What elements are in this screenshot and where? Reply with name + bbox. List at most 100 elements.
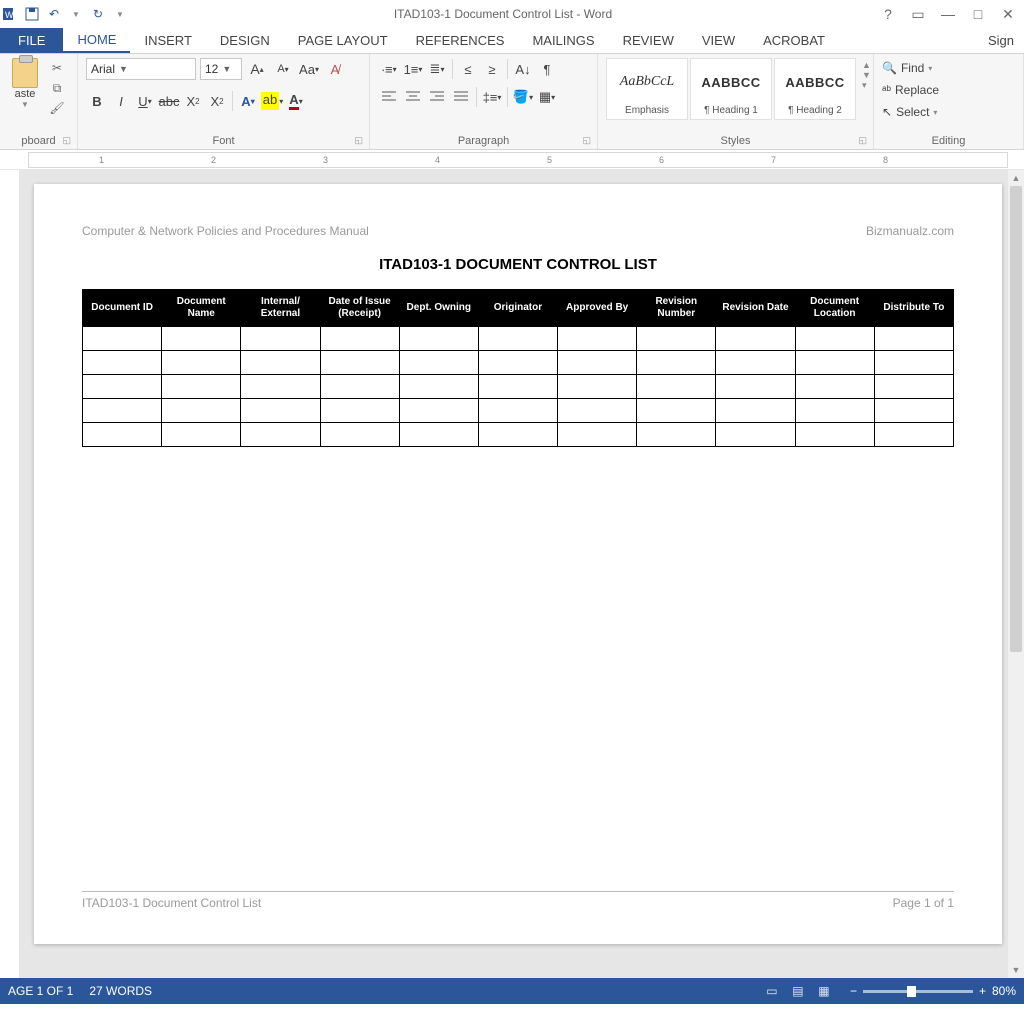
styles-scroll[interactable]: ▲▼▾: [862, 58, 871, 93]
table-cell[interactable]: [795, 327, 874, 351]
vertical-ruler[interactable]: [0, 170, 20, 978]
table-cell[interactable]: [716, 327, 795, 351]
select-button[interactable]: ↖Select▾: [882, 102, 939, 122]
table-cell[interactable]: [320, 423, 399, 447]
status-page[interactable]: AGE 1 OF 1: [8, 984, 73, 998]
bold-button[interactable]: B: [86, 90, 108, 112]
table-cell[interactable]: [795, 399, 874, 423]
table-row[interactable]: [83, 351, 954, 375]
table-cell[interactable]: [558, 327, 637, 351]
table-cell[interactable]: [399, 351, 478, 375]
tab-view[interactable]: VIEW: [688, 28, 749, 53]
bullets-icon[interactable]: ∙≡▾: [378, 58, 400, 80]
zoom-slider[interactable]: [863, 990, 973, 993]
table-cell[interactable]: [637, 351, 716, 375]
font-name-combo[interactable]: Arial▼: [86, 58, 196, 80]
table-cell[interactable]: [241, 423, 320, 447]
table-cell[interactable]: [241, 327, 320, 351]
numbering-icon[interactable]: 1≡▾: [402, 58, 424, 80]
table-cell[interactable]: [241, 351, 320, 375]
replace-button[interactable]: ᵃᵇReplace: [882, 80, 939, 100]
scroll-down-icon[interactable]: ▼: [1008, 962, 1024, 978]
table-cell[interactable]: [478, 351, 557, 375]
style-emphasis[interactable]: AaBbCcL Emphasis: [606, 58, 688, 120]
table-cell[interactable]: [716, 351, 795, 375]
table-cell[interactable]: [162, 327, 241, 351]
table-cell[interactable]: [478, 423, 557, 447]
table-cell[interactable]: [558, 375, 637, 399]
table-cell[interactable]: [637, 327, 716, 351]
tab-file[interactable]: FILE: [0, 28, 63, 53]
scroll-up-icon[interactable]: ▲: [1008, 170, 1024, 186]
strikethrough-button[interactable]: abc: [158, 90, 180, 112]
sign-in-link[interactable]: Sign: [978, 28, 1024, 53]
paragraph-dialog-launcher-icon[interactable]: ◱: [582, 135, 591, 146]
tab-references[interactable]: REFERENCES: [402, 28, 519, 53]
align-left-icon[interactable]: [378, 86, 400, 108]
table-cell[interactable]: [716, 375, 795, 399]
table-cell[interactable]: [399, 423, 478, 447]
table-row[interactable]: [83, 399, 954, 423]
ribbon-display-icon[interactable]: ▭: [908, 6, 928, 23]
table-cell[interactable]: [478, 375, 557, 399]
redo-icon[interactable]: ↻: [90, 6, 106, 22]
superscript-button[interactable]: X2: [206, 90, 228, 112]
table-cell[interactable]: [241, 399, 320, 423]
style-heading2[interactable]: AABBCC ¶ Heading 2: [774, 58, 856, 120]
styles-dialog-launcher-icon[interactable]: ◱: [858, 135, 867, 146]
table-cell[interactable]: [716, 423, 795, 447]
font-color-icon[interactable]: A▾: [285, 90, 307, 112]
table-cell[interactable]: [83, 375, 162, 399]
status-words[interactable]: 27 WORDS: [89, 984, 152, 998]
table-row[interactable]: [83, 423, 954, 447]
tab-home[interactable]: HOME: [63, 28, 130, 53]
subscript-button[interactable]: X2: [182, 90, 204, 112]
grow-font-icon[interactable]: A▴: [246, 58, 268, 80]
table-cell[interactable]: [558, 351, 637, 375]
save-icon[interactable]: [24, 6, 40, 22]
undo-icon[interactable]: ↶: [46, 6, 62, 22]
zoom-knob[interactable]: [907, 986, 916, 997]
qat-customize-icon[interactable]: ▼: [112, 6, 128, 22]
zoom-in-icon[interactable]: +: [979, 984, 986, 998]
document-table[interactable]: Document IDDocument NameInternal/ Extern…: [82, 289, 954, 447]
font-dialog-launcher-icon[interactable]: ◱: [354, 135, 363, 146]
minimize-icon[interactable]: —: [938, 6, 958, 23]
tab-review[interactable]: REVIEW: [609, 28, 688, 53]
increase-indent-icon[interactable]: ≥: [481, 58, 503, 80]
help-icon[interactable]: ?: [878, 6, 898, 23]
table-cell[interactable]: [162, 399, 241, 423]
align-right-icon[interactable]: [426, 86, 448, 108]
zoom-level[interactable]: 80%: [992, 984, 1016, 998]
table-cell[interactable]: [320, 399, 399, 423]
table-cell[interactable]: [795, 351, 874, 375]
tab-design[interactable]: DESIGN: [206, 28, 284, 53]
sort-icon[interactable]: A↓: [512, 58, 534, 80]
table-cell[interactable]: [637, 423, 716, 447]
table-cell[interactable]: [83, 327, 162, 351]
font-size-combo[interactable]: 12▼: [200, 58, 242, 80]
tab-mailings[interactable]: MAILINGS: [518, 28, 608, 53]
tab-acrobat[interactable]: ACROBAT: [749, 28, 839, 53]
table-cell[interactable]: [83, 351, 162, 375]
table-cell[interactable]: [320, 351, 399, 375]
table-cell[interactable]: [162, 423, 241, 447]
table-cell[interactable]: [320, 327, 399, 351]
table-cell[interactable]: [874, 399, 953, 423]
zoom-out-icon[interactable]: −: [850, 984, 857, 998]
table-cell[interactable]: [874, 351, 953, 375]
undo-dropdown-icon[interactable]: ▼: [68, 6, 84, 22]
table-cell[interactable]: [637, 399, 716, 423]
table-cell[interactable]: [83, 423, 162, 447]
tab-page-layout[interactable]: PAGE LAYOUT: [284, 28, 402, 53]
paste-button[interactable]: aste ▼: [8, 58, 42, 109]
horizontal-ruler[interactable]: 12345678: [28, 152, 1008, 168]
borders-icon[interactable]: ▦▾: [536, 86, 558, 108]
table-cell[interactable]: [874, 423, 953, 447]
table-cell[interactable]: [83, 399, 162, 423]
table-cell[interactable]: [241, 375, 320, 399]
table-cell[interactable]: [874, 375, 953, 399]
change-case-icon[interactable]: Aa▾: [298, 58, 320, 80]
table-cell[interactable]: [637, 375, 716, 399]
table-cell[interactable]: [716, 399, 795, 423]
